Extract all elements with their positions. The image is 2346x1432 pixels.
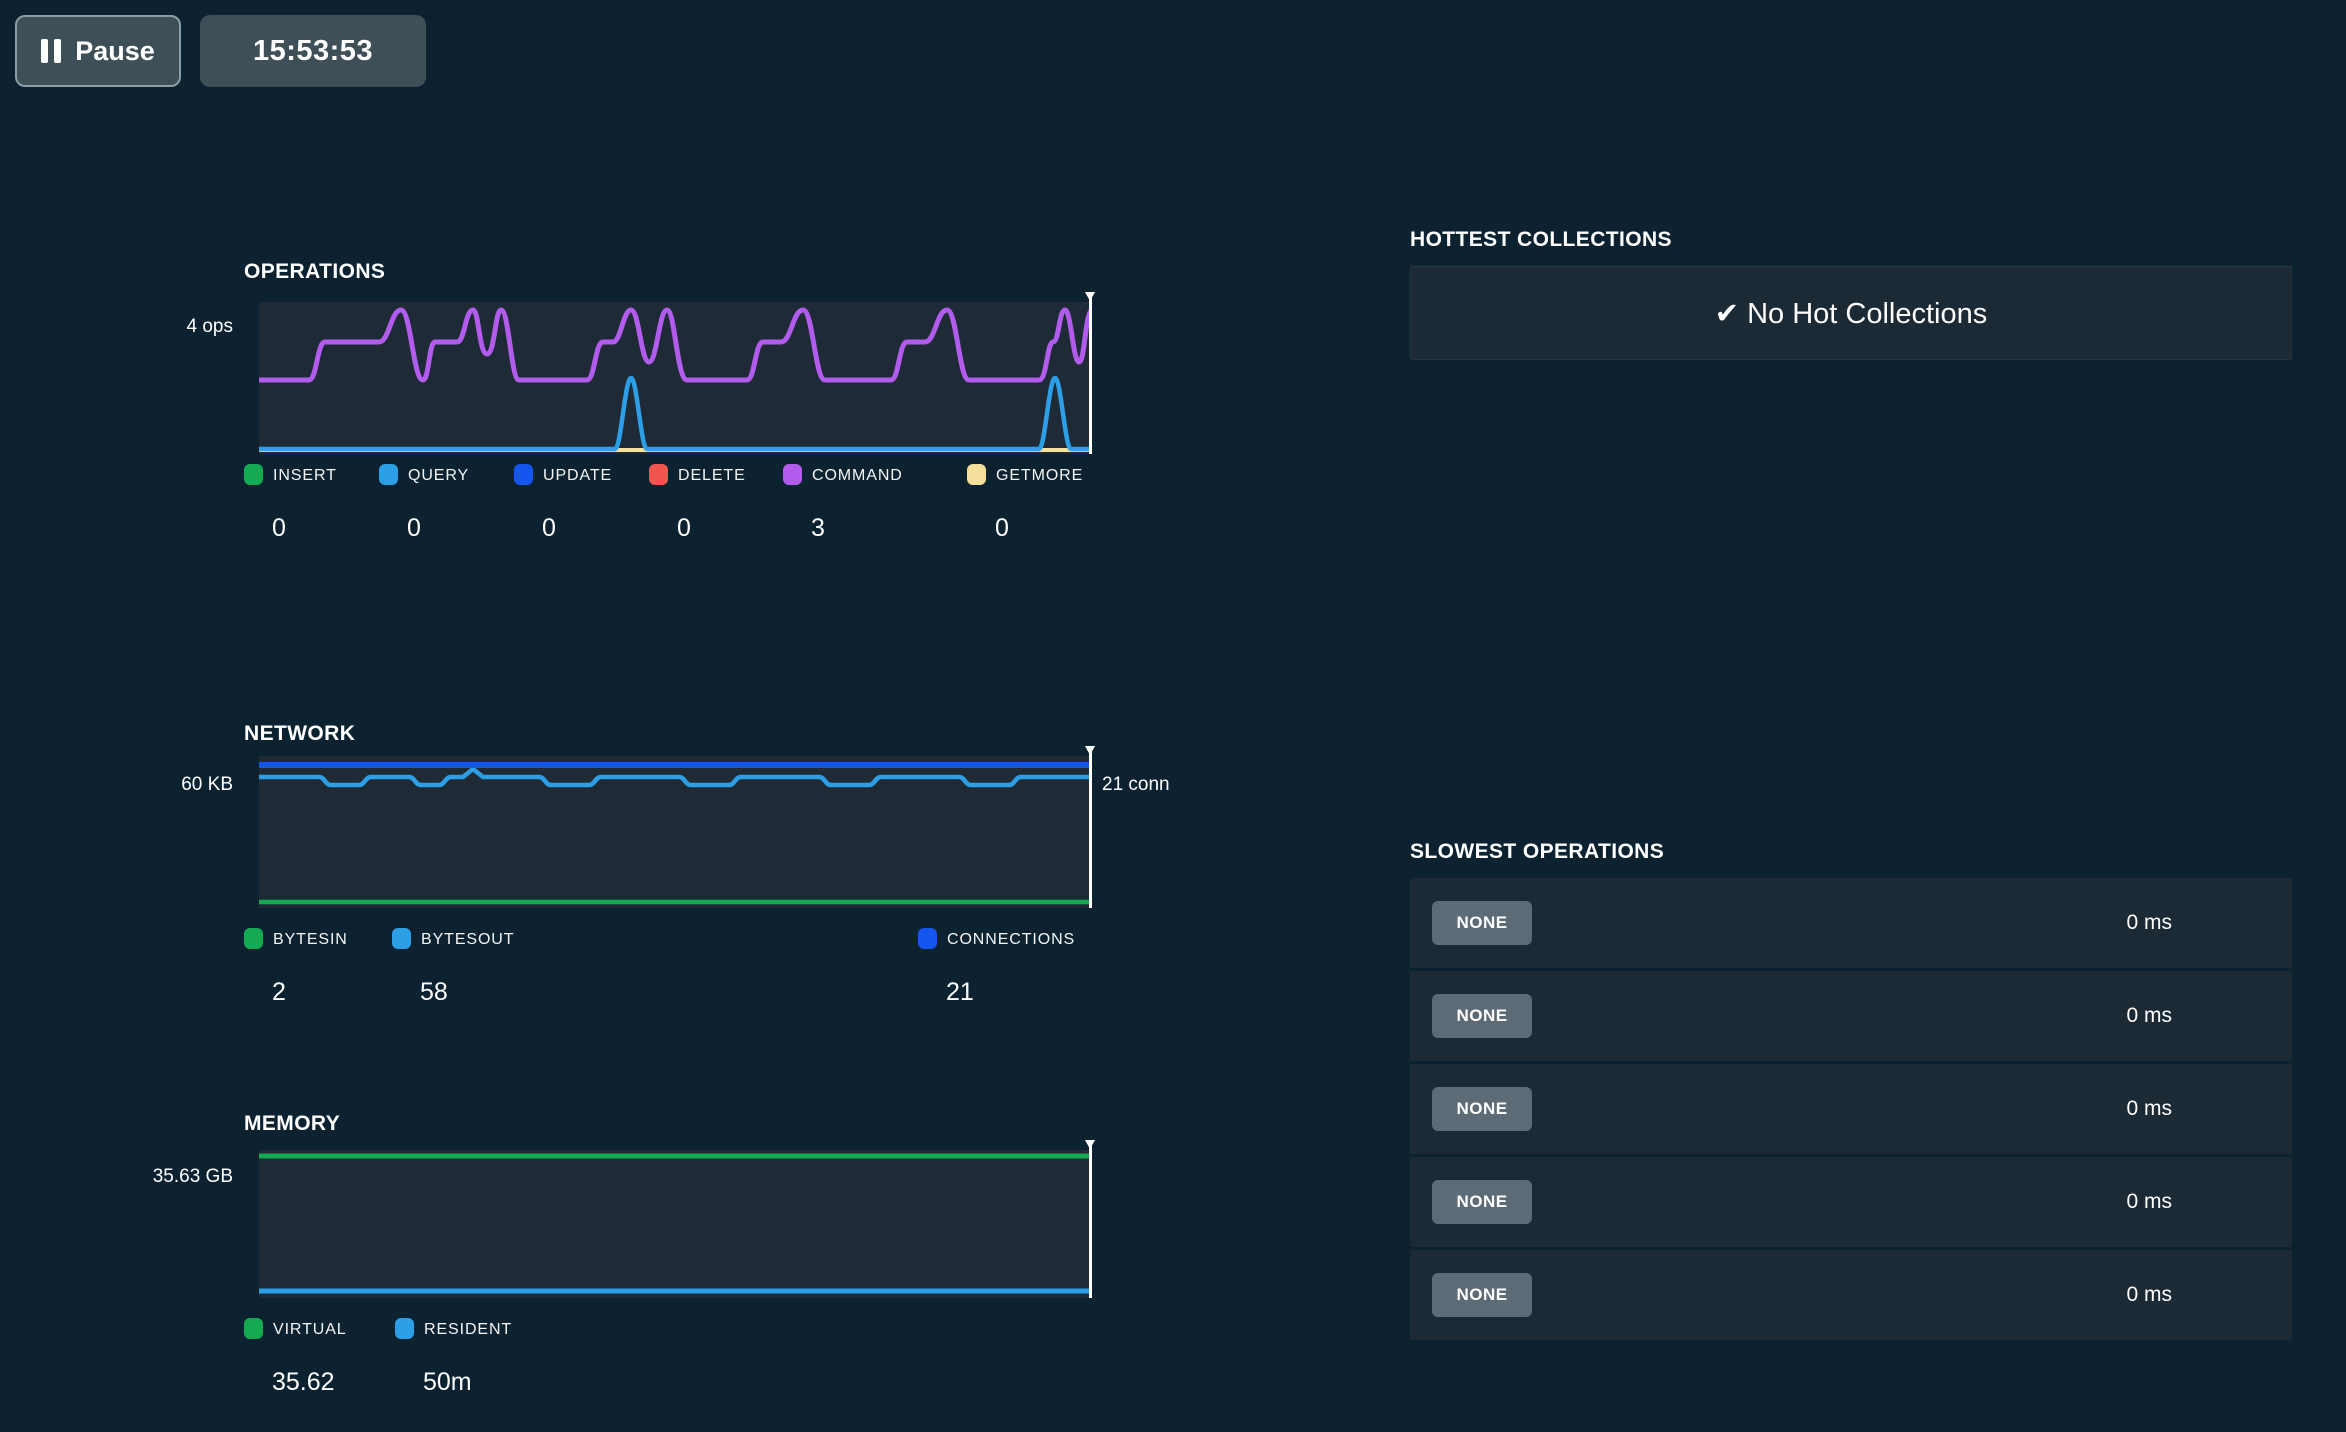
operation-duration: 0 ms xyxy=(2126,911,2172,935)
operation-duration: 0 ms xyxy=(2126,1004,2172,1028)
legend-label: UPDATE xyxy=(543,467,612,485)
command-swatch xyxy=(783,464,802,485)
legend-item-update: UPDATE 0 xyxy=(514,464,612,543)
pause-button-label: Pause xyxy=(75,36,155,67)
legend-value: 0 xyxy=(995,514,1083,543)
legend-value: 58 xyxy=(420,978,514,1007)
pause-button[interactable]: Pause xyxy=(15,15,181,87)
pause-icon xyxy=(41,39,61,63)
resident-swatch xyxy=(395,1318,414,1339)
operations-time-cursor xyxy=(1089,292,1092,454)
slow-operation-row: NONE 0 ms xyxy=(1410,1157,2292,1247)
legend-item-delete: DELETE 0 xyxy=(649,464,746,543)
network-right-axis-label: 21 conn xyxy=(1102,774,1170,796)
operation-duration: 0 ms xyxy=(2126,1097,2172,1121)
operation-badge: NONE xyxy=(1432,901,1532,945)
bytesout-swatch xyxy=(392,928,411,949)
memory-chart xyxy=(259,1150,1092,1298)
memory-y-axis-label: 35.63 GB xyxy=(110,1166,233,1188)
command-line-series xyxy=(259,310,1092,380)
bytesin-swatch xyxy=(244,928,263,949)
operation-badge: NONE xyxy=(1432,1087,1532,1131)
operation-badge: NONE xyxy=(1432,1180,1532,1224)
legend-label: CONNECTIONS xyxy=(947,931,1075,949)
insert-swatch xyxy=(244,464,263,485)
legend-value: 0 xyxy=(677,514,746,543)
slow-operation-row: NONE 0 ms xyxy=(1410,971,2292,1061)
legend-label: DELETE xyxy=(678,467,746,485)
update-swatch xyxy=(514,464,533,485)
legend-label: RESIDENT xyxy=(424,1321,512,1339)
hottest-collections-panel: ✔ No Hot Collections xyxy=(1410,266,2292,360)
slowest-operations-list: NONE 0 ms NONE 0 ms NONE 0 ms NONE 0 ms … xyxy=(1410,878,2292,1340)
query-line-series xyxy=(259,378,1092,449)
legend-value: 2 xyxy=(272,978,348,1007)
legend-label: INSERT xyxy=(273,467,337,485)
clock-time: 15:53:53 xyxy=(253,35,373,68)
legend-item-virtual: VIRTUAL 35.62 xyxy=(244,1318,347,1397)
legend-value: 0 xyxy=(272,514,337,543)
legend-value: 35.62 xyxy=(272,1368,347,1397)
legend-item-connections: CONNECTIONS 21 xyxy=(918,928,1075,1007)
slowest-operations-title: SLOWEST OPERATIONS xyxy=(1410,840,1664,864)
legend-item-command: COMMAND 3 xyxy=(783,464,903,543)
network-time-cursor xyxy=(1089,746,1092,908)
virtual-swatch xyxy=(244,1318,263,1339)
connections-swatch xyxy=(918,928,937,949)
legend-value: 3 xyxy=(811,514,903,543)
legend-item-query: QUERY 0 xyxy=(379,464,469,543)
legend-item-bytesin: BYTESIN 2 xyxy=(244,928,348,1007)
operations-chart xyxy=(259,302,1092,454)
operation-badge: NONE xyxy=(1432,994,1532,1038)
memory-chart-svg xyxy=(259,1150,1092,1298)
legend-value: 50m xyxy=(423,1368,512,1397)
operations-y-axis-label: 4 ops xyxy=(110,316,233,338)
legend-item-getmore: GETMORE 0 xyxy=(967,464,1083,543)
legend-item-resident: RESIDENT 50m xyxy=(395,1318,512,1397)
operation-duration: 0 ms xyxy=(2126,1190,2172,1214)
slow-operation-row: NONE 0 ms xyxy=(1410,878,2292,968)
legend-value: 0 xyxy=(407,514,469,543)
slow-operation-row: NONE 0 ms xyxy=(1410,1064,2292,1154)
no-hot-collections-message: ✔ No Hot Collections xyxy=(1715,296,1988,331)
operation-badge: NONE xyxy=(1432,1273,1532,1317)
network-title: NETWORK xyxy=(244,722,355,746)
network-chart-svg xyxy=(259,756,1092,908)
legend-label: COMMAND xyxy=(812,467,903,485)
legend-label: BYTESOUT xyxy=(421,931,514,949)
operations-chart-svg xyxy=(259,302,1092,454)
legend-label: GETMORE xyxy=(996,467,1083,485)
bytesout-line-series xyxy=(259,769,1092,785)
legend-item-insert: INSERT 0 xyxy=(244,464,337,543)
hottest-collections-title: HOTTEST COLLECTIONS xyxy=(1410,228,1672,252)
legend-value: 21 xyxy=(946,978,1075,1007)
query-swatch xyxy=(379,464,398,485)
slow-operation-row: NONE 0 ms xyxy=(1410,1250,2292,1340)
getmore-swatch xyxy=(967,464,986,485)
legend-label: QUERY xyxy=(408,467,469,485)
legend-item-bytesout: BYTESOUT 58 xyxy=(392,928,514,1007)
legend-label: BYTESIN xyxy=(273,931,348,949)
operations-title: OPERATIONS xyxy=(244,260,385,284)
legend-label: VIRTUAL xyxy=(273,1321,347,1339)
legend-value: 0 xyxy=(542,514,612,543)
performance-dashboard: Pause 15:53:53 OPERATIONS 4 ops INSERT 0… xyxy=(0,0,2346,1432)
network-chart xyxy=(259,756,1092,908)
clock-display: 15:53:53 xyxy=(200,15,426,87)
delete-swatch xyxy=(649,464,668,485)
network-y-axis-label: 60 KB xyxy=(110,774,233,796)
memory-time-cursor xyxy=(1089,1140,1092,1298)
operation-duration: 0 ms xyxy=(2126,1283,2172,1307)
memory-title: MEMORY xyxy=(244,1112,340,1136)
